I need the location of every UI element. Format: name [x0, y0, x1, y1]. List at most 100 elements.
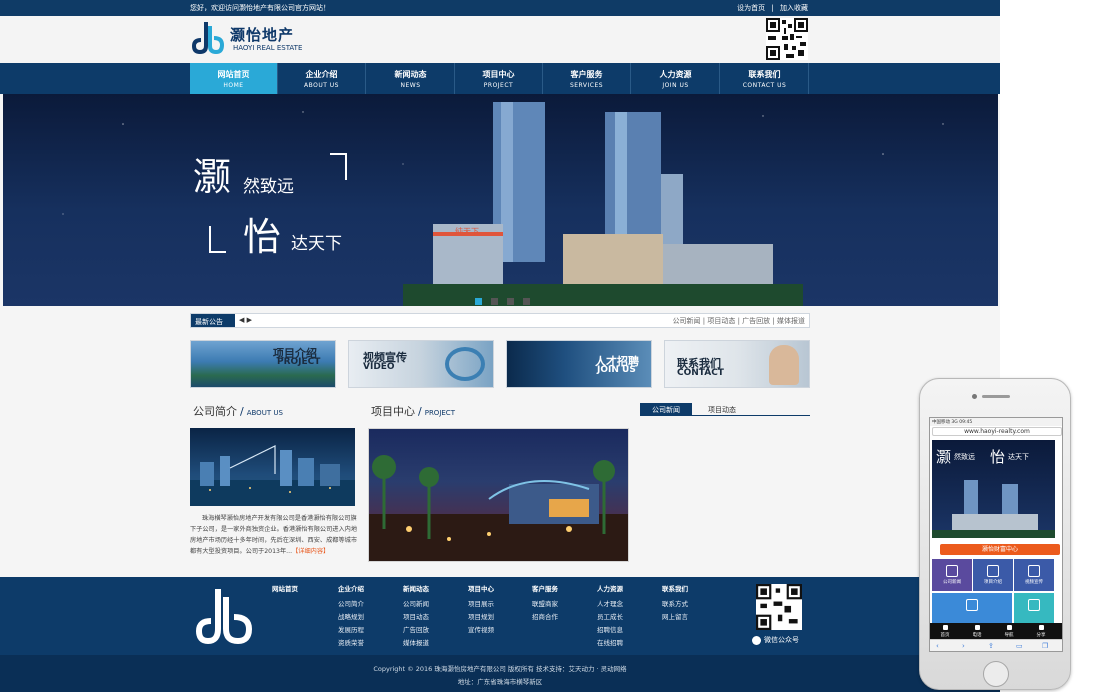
section-title-sep: / [240, 405, 244, 418]
banner-dot[interactable] [475, 298, 482, 305]
mobile-url-bar[interactable]: www.haoyi-realty.com [932, 427, 1062, 436]
phone-home-button[interactable] [983, 661, 1009, 687]
footer-link[interactable]: 招聘信息 [597, 624, 623, 637]
top-bar: 您好，欢迎访问灏怡地产有限公司官方网站！ 设为首页 | 加入收藏 [0, 0, 1000, 16]
top-links-divider: | [771, 4, 774, 12]
footer-link[interactable]: 招商合作 [532, 611, 558, 624]
footer-link[interactable]: 战略规划 [338, 611, 364, 624]
nav-item-news[interactable]: 新闻动态 NEWS [367, 63, 455, 94]
footer-link[interactable]: 公司新闻 [403, 598, 429, 611]
mobile-mockup: 中国移动 3G 09:45 www.haoyi-realty.com 灏 然致远… [919, 378, 1071, 690]
nav-item-services[interactable]: 客户服务 SERVICES [543, 63, 631, 94]
back-icon[interactable]: ‹ [936, 642, 939, 650]
mobile-tile-news[interactable]: 公司新闻 [932, 559, 972, 591]
nav-label: 人力资源 [659, 70, 692, 79]
promo-video[interactable]: 视频宣传 VIDEO [348, 340, 494, 388]
banner-dot[interactable] [507, 298, 515, 305]
mobile-tab-bar: 首页 电话 导航 分享 [930, 623, 1062, 639]
about-text: 珠海横琴灏怡房地产开发有限公司是香港灏怡有限公司旗下子公司，是一家外商独资企业。… [190, 513, 358, 557]
share-icon[interactable]: ⇪ [988, 642, 994, 650]
footer-col-heading[interactable]: 客户服务 [532, 583, 558, 596]
nav-item-join[interactable]: 人力资源 JOIN US [632, 63, 720, 94]
mobile-tab-share[interactable]: 分享 [1028, 625, 1054, 638]
tabs-icon[interactable]: ❐ [1042, 642, 1048, 650]
set-homepage-link[interactable]: 设为首页 [737, 4, 765, 12]
film-icon [1028, 565, 1040, 577]
notice-arrows[interactable]: ◀ ▶ [239, 316, 252, 324]
footer-link[interactable]: 员工成长 [597, 611, 623, 624]
mobile-tab-phone[interactable]: 电话 [964, 625, 990, 638]
notice-links[interactable]: 公司新闻 | 项目动态 | 广告回放 | 媒体报道 [673, 316, 805, 326]
project-image[interactable] [368, 428, 629, 562]
footer-link[interactable]: 在线招聘 [597, 637, 623, 650]
promo-project[interactable]: 项目介绍 PROJECT [190, 340, 336, 388]
add-favorite-link[interactable]: 加入收藏 [780, 4, 808, 12]
about-text-body: 珠海横琴灏怡房地产开发有限公司是香港灏怡有限公司旗下子公司，是一家外商独资企业。… [190, 515, 358, 555]
mobile-tile-project[interactable]: 项目介绍 [973, 559, 1013, 591]
banner-headline-line-2: 达天下 [291, 234, 342, 254]
mobile-tab-nav[interactable]: 导航 [996, 625, 1022, 638]
section-title-cn: 项目中心 [371, 405, 415, 418]
footer-link[interactable]: 媒体报道 [403, 637, 429, 650]
banner-skyline-image [62, 102, 944, 306]
logo-text[interactable]: 灏怡地产 [230, 24, 294, 45]
banner-bracket-icon [209, 226, 226, 253]
footer-link[interactable]: 宣传视频 [468, 624, 494, 637]
mobile-tile-about[interactable] [932, 593, 1012, 625]
footer-col-heading[interactable]: 人力资源 [597, 583, 623, 596]
nav-item-about[interactable]: 企业介绍 ABOUT US [278, 63, 366, 94]
banner-dot[interactable] [491, 298, 499, 305]
nav-sublabel: JOIN US [662, 82, 689, 89]
mobile-tab-home[interactable]: 首页 [932, 625, 958, 638]
footer-link[interactable]: 项目动态 [403, 611, 429, 624]
nav-label: 网站首页 [217, 70, 250, 79]
mobile-tile-contact[interactable] [1014, 593, 1054, 625]
banner-dot[interactable] [523, 298, 531, 305]
footer-link[interactable]: 资质荣誉 [338, 637, 364, 650]
notice-label: 最新公告 [191, 314, 235, 327]
tab-company-news[interactable]: 公司新闻 [640, 403, 692, 416]
mobile-tile-video[interactable]: 视频宣传 [1014, 559, 1054, 591]
tab-project-news[interactable]: 项目动态 [696, 403, 748, 416]
about-image[interactable] [190, 428, 355, 506]
footer-link[interactable]: 网上留言 [662, 611, 688, 624]
nav-sublabel: HOME [223, 82, 244, 89]
footer-link[interactable]: 联系方式 [662, 598, 688, 611]
phone-icon [1028, 599, 1040, 611]
footer-col-heading[interactable]: 新闻动态 [403, 583, 429, 596]
hero-banner[interactable]: 灏 然致远 怡 达天下 纯天下 [3, 94, 998, 306]
footer-col-heading[interactable]: 企业介绍 [338, 583, 364, 596]
footer-link[interactable]: 项目规划 [468, 611, 494, 624]
banner-headline-char-2: 怡 [243, 215, 282, 259]
footer-link[interactable]: 项目展示 [468, 598, 494, 611]
wechat-label-row: 微信公众号 [752, 635, 799, 645]
tile-label: 公司新闻 [943, 580, 961, 585]
forward-icon[interactable]: › [962, 642, 965, 650]
promo-contact[interactable]: 联系我们 CONTACT [664, 340, 810, 388]
nav-item-contact[interactable]: 联系我们 CONTACT US [721, 63, 809, 94]
home-icon [942, 625, 948, 630]
bookmarks-icon[interactable]: ▭ [1016, 642, 1023, 650]
desktop-page: 您好，欢迎访问灏怡地产有限公司官方网站！ 设为首页 | 加入收藏 灏怡地产 HA… [0, 0, 1000, 692]
footer-link[interactable]: 广告回放 [403, 624, 429, 637]
nav-label: 新闻动态 [394, 70, 427, 79]
logo-icon[interactable] [192, 20, 224, 54]
footer-link[interactable]: 公司简介 [338, 598, 364, 611]
footer-link[interactable]: 联盟商家 [532, 598, 558, 611]
footer-col-heading[interactable]: 项目中心 [468, 583, 494, 596]
welcome-text: 您好，欢迎访问灏怡地产有限公司官方网站！ [190, 4, 330, 12]
main-nav: 网站首页 HOME 企业介绍 ABOUT US 新闻动态 NEWS 项目中心 P… [0, 63, 1000, 94]
section-title-sep: / [418, 405, 422, 418]
nav-item-project[interactable]: 项目中心 PROJECT [455, 63, 543, 94]
footer-col-heading[interactable]: 联系我们 [662, 583, 688, 596]
promo-join[interactable]: 人才招聘 JOIN US [506, 340, 652, 388]
qr-code-icon [766, 18, 808, 60]
mobile-wealth-center-button[interactable]: 灏怡财富中心 [940, 544, 1060, 555]
footer-col-heading[interactable]: 网站首页 [272, 583, 298, 596]
nav-item-home[interactable]: 网站首页 HOME [190, 63, 278, 94]
mobile-browser-toolbar: ‹ › ⇪ ▭ ❐ [930, 639, 1062, 651]
mobile-banner[interactable]: 灏 然致远 怡 达天下 [932, 440, 1055, 538]
footer-link[interactable]: 人才理念 [597, 598, 623, 611]
about-more-link[interactable]: 【详细内容】 [292, 548, 329, 555]
footer-link[interactable]: 发展历程 [338, 624, 364, 637]
